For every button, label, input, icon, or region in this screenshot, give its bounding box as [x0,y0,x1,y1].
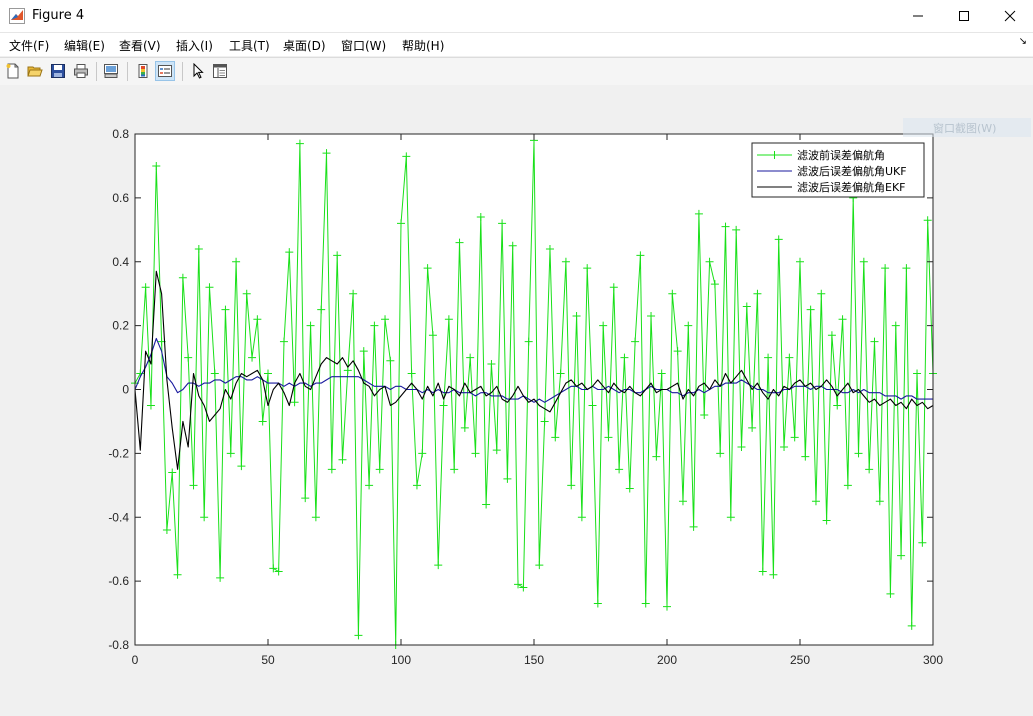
y-tick-label: 0 [122,383,129,397]
window-capture-tooltip-text: 窗口截图(W) [933,122,997,135]
new-figure-button[interactable] [3,61,23,81]
menu-edit[interactable]: 编辑(E) [64,37,105,54]
open-file-button[interactable] [25,61,45,81]
x-tick-label: 300 [923,653,943,667]
menu-desktop[interactable]: 桌面(D) [283,37,326,54]
y-tick-label: 0.8 [112,127,129,141]
open-file-icon [27,66,43,77]
legend-entry-1: 滤波后误差偏航角UKF [797,164,907,178]
menu-bar: 文件(F) 编辑(E) 查看(V) 插入(I) 工具(T) 桌面(D) 窗口(W… [0,33,1033,56]
legend-entry-2: 滤波后误差偏航角EKF [797,180,906,194]
legend-button[interactable] [155,61,175,81]
figure-toolbar [0,57,1033,86]
save-button[interactable] [48,61,68,81]
x-tick-label: 250 [790,653,810,667]
colorbar-button[interactable] [133,61,153,81]
y-tick-label: -0.2 [108,446,129,460]
link-plot-icon [104,64,118,78]
minimize-button[interactable] [895,0,941,32]
close-button[interactable] [987,0,1033,32]
y-tick-label: -0.4 [108,510,129,524]
y-tick-label: -0.8 [108,638,129,652]
link-plot-button[interactable] [101,61,121,81]
x-tick-label: 100 [391,653,411,667]
edit-plot-button[interactable] [188,61,208,81]
pointer-icon [193,63,204,79]
maximize-icon [959,11,969,21]
menu-help[interactable]: 帮助(H) [402,37,444,54]
y-tick-label: 0.2 [112,319,129,333]
minimize-icon [913,15,923,17]
print-button[interactable] [71,61,91,81]
y-tick-label: 0.4 [112,255,129,269]
maximize-button[interactable] [941,0,987,32]
save-icon [51,64,65,78]
x-tick-label: 0 [132,653,139,667]
y-tick-label: -0.6 [108,574,129,588]
close-icon [1004,10,1016,22]
figure-canvas: 0 50 100 150 200 250 300 -0.8 -0.6 -0.4 -0.2 0 0.2 0.… [0,85,1033,716]
property-editor-icon [213,64,227,78]
property-editor-button[interactable] [210,61,230,81]
window-title: Figure 4 [32,8,85,23]
menu-insert[interactable]: 插入(I) [176,37,213,54]
matlab-logo-icon [9,8,25,24]
legend-entry-0: 滤波前误差偏航角 [797,148,885,162]
new-figure-icon [6,63,19,79]
line-plot[interactable]: 0 50 100 150 200 250 300 -0.8 -0.6 -0.4 -0.2 0 0.2 0.… [0,85,1033,716]
x-tick-label: 200 [657,653,677,667]
window-capture-tooltip: 窗口截图(W) [903,118,1031,137]
menu-file[interactable]: 文件(F) [9,37,49,54]
dock-arrow-icon[interactable]: ↘ [1019,36,1027,47]
y-tick-label: 0.6 [112,191,129,205]
menu-view[interactable]: 查看(V) [119,37,161,54]
x-tick-label: 150 [524,653,544,667]
colorbar-icon [138,64,148,78]
print-icon [74,64,88,78]
window-titlebar: Figure 4 [0,0,1033,33]
menu-tools[interactable]: 工具(T) [229,37,270,54]
x-tick-label: 50 [261,653,275,667]
menu-window[interactable]: 窗口(W) [341,37,386,54]
legend-icon [158,65,172,77]
